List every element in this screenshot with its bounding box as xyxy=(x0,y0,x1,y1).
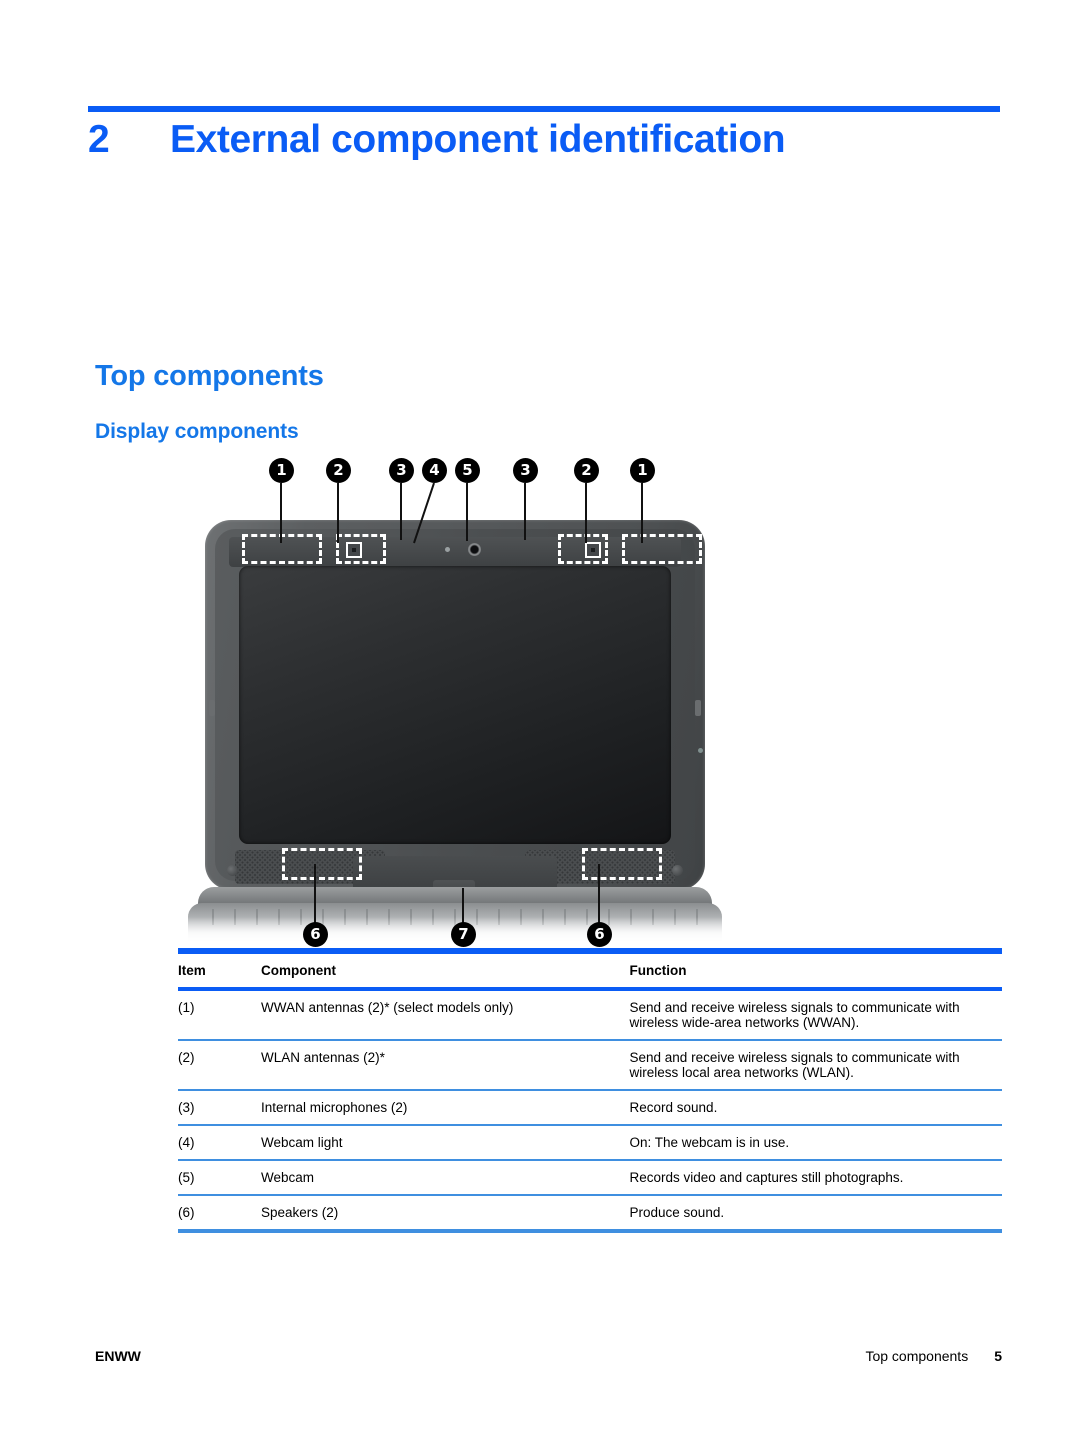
table-body: (1) WWAN antennas (2)* (select models on… xyxy=(178,989,1002,1231)
table-header: Item Component Function xyxy=(178,952,1002,989)
webcam-icon xyxy=(468,543,481,556)
cell-item: (6) xyxy=(178,1205,195,1220)
table-row: (2) WLAN antennas (2)* Send and receive … xyxy=(178,1040,1002,1090)
right-side-button xyxy=(695,700,701,716)
column-header-item: Item xyxy=(178,963,206,978)
display-components-figure: 1 2 3 4 5 3 2 1 6 7 6 xyxy=(170,458,750,948)
footer-page-number: 5 xyxy=(994,1348,1002,1364)
laptop-display-lid xyxy=(205,520,705,906)
cell-component: Speakers (2) xyxy=(261,1205,339,1220)
callout-3-right: 3 xyxy=(513,458,538,483)
highlight-speaker-right xyxy=(582,848,662,880)
cell-function: On: The webcam is in use. xyxy=(629,1135,790,1150)
cell-component: WLAN antennas (2)* xyxy=(261,1050,385,1065)
cell-item: (4) xyxy=(178,1135,195,1150)
cell-component: Webcam xyxy=(261,1170,315,1185)
left-side-button xyxy=(209,700,215,716)
table-row: (6) Speakers (2) Produce sound. xyxy=(178,1195,1002,1231)
chapter-heading: 2 External component identification xyxy=(88,118,1018,162)
highlight-wwan-antenna-left xyxy=(242,534,322,564)
cell-component: WWAN antennas (2)* (select models only) xyxy=(261,1000,514,1015)
components-table: Item Component Function (1) WWAN antenna… xyxy=(178,952,1002,1233)
callout-6-left: 6 xyxy=(303,922,328,947)
footer-locale: ENWW xyxy=(95,1348,141,1364)
callout-6-right: 6 xyxy=(587,922,612,947)
callout-3-left: 3 xyxy=(389,458,414,483)
table-row: (1) WWAN antennas (2)* (select models on… xyxy=(178,989,1002,1040)
cell-item: (3) xyxy=(178,1100,195,1115)
chapter-title: External component identification xyxy=(170,118,786,161)
leader-line-1-left xyxy=(280,483,282,543)
leader-line-5 xyxy=(466,483,468,541)
chapter-rule xyxy=(88,106,1000,112)
cell-function: Send and receive wireless signals to com… xyxy=(629,1050,960,1080)
callout-2-left: 2 xyxy=(326,458,351,483)
callout-1-right: 1 xyxy=(630,458,655,483)
highlight-wlan-antenna-right xyxy=(558,534,608,564)
callout-4-webcam-light: 4 xyxy=(422,458,447,483)
chapter-number: 2 xyxy=(88,118,110,161)
leader-line-6-right xyxy=(598,864,600,924)
leader-line-1-right xyxy=(641,483,643,543)
footer-section-name: Top components xyxy=(865,1348,969,1364)
highlight-speaker-left xyxy=(282,848,362,880)
leader-line-6-left xyxy=(314,864,316,924)
lid-screw-right xyxy=(672,865,683,876)
column-header-component: Component xyxy=(261,963,337,978)
webcam-light-icon xyxy=(445,547,450,552)
cell-function: Send and receive wireless signals to com… xyxy=(629,1000,960,1030)
table-row: (3) Internal microphones (2) Record soun… xyxy=(178,1090,1002,1125)
leader-line-2-left xyxy=(337,483,339,543)
cell-item: (1) xyxy=(178,1000,195,1015)
table-row: (5) Webcam Records video and captures st… xyxy=(178,1160,1002,1195)
callout-2-right: 2 xyxy=(574,458,599,483)
callout-7-latch: 7 xyxy=(451,922,476,947)
leader-line-4-diagonal xyxy=(413,483,435,544)
section-heading-top-components: Top components xyxy=(95,360,324,392)
callout-5-webcam: 5 xyxy=(455,458,480,483)
footer-right: Top components 5 xyxy=(865,1348,1002,1364)
right-side-indicator xyxy=(698,748,703,753)
table-header-row: Item Component Function xyxy=(178,952,1002,989)
display-screen xyxy=(239,566,671,844)
leader-line-2-right xyxy=(585,483,587,543)
highlight-wlan-antenna-left xyxy=(336,534,386,564)
cell-item: (5) xyxy=(178,1170,195,1185)
cell-component: Internal microphones (2) xyxy=(261,1100,408,1115)
document-page: 2 External component identification Top c… xyxy=(0,0,1080,1437)
column-header-function: Function xyxy=(629,963,687,978)
cell-item: (2) xyxy=(178,1050,195,1065)
cell-function: Record sound. xyxy=(629,1100,718,1115)
highlight-wwan-antenna-right xyxy=(622,534,702,564)
cell-function: Records video and captures still photogr… xyxy=(629,1170,904,1185)
cell-component: Webcam light xyxy=(261,1135,343,1150)
callout-1-left: 1 xyxy=(269,458,294,483)
table-row: (4) Webcam light On: The webcam is in us… xyxy=(178,1125,1002,1160)
lid-screw-left xyxy=(227,865,238,876)
subsection-heading-display-components: Display components xyxy=(95,420,299,443)
leader-line-7 xyxy=(462,888,464,924)
leader-line-3-right xyxy=(524,483,526,540)
cell-function: Produce sound. xyxy=(629,1205,725,1220)
leader-line-3-left xyxy=(400,483,402,540)
